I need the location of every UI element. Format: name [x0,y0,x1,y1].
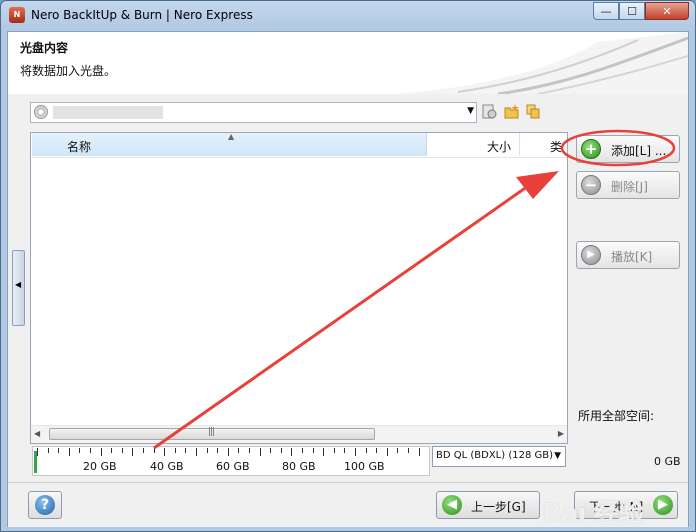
annotation-arrow-head [516,171,559,199]
app-window: N Nero BackItUp & Burn | Nero Express — … [0,0,696,532]
annotation-circle [560,129,676,167]
annotation-arrow-line [153,182,532,450]
annotation-overlay [153,129,676,450]
